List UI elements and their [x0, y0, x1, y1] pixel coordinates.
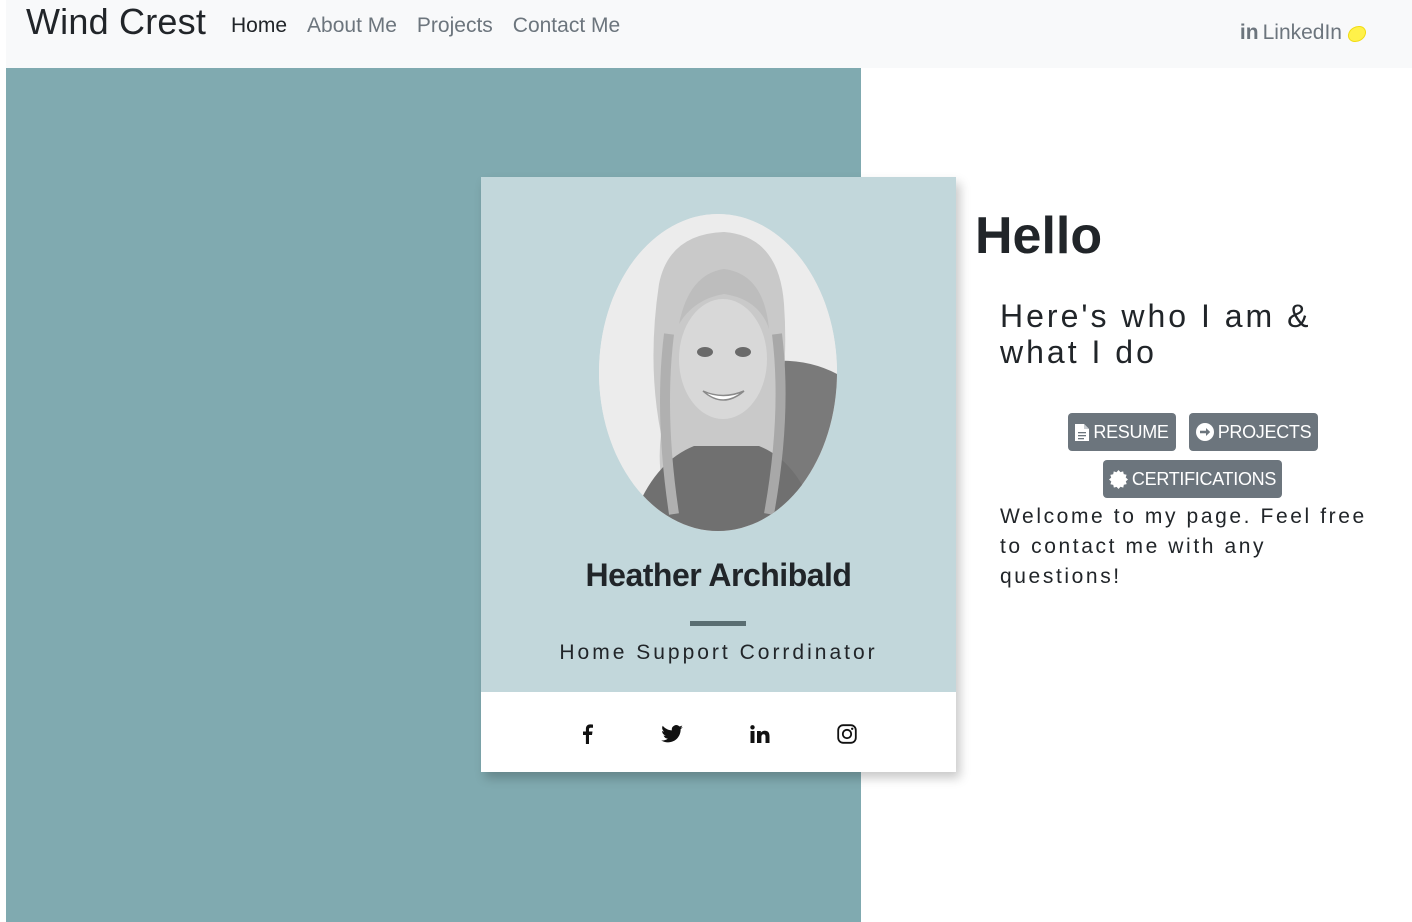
profile-photo [599, 214, 837, 531]
lemon-icon [1347, 25, 1367, 43]
arrow-circle-icon [1195, 423, 1214, 441]
profile-name: Heather Archibald [585, 557, 852, 593]
instagram-icon[interactable] [835, 722, 859, 746]
linkedin-icon[interactable] [748, 722, 772, 746]
resume-button-label: RESUME [1093, 421, 1169, 442]
certificate-icon [1108, 469, 1128, 489]
nav-links: Home About Me Projects Contact Me [231, 12, 620, 40]
file-icon [1075, 423, 1090, 441]
resume-button[interactable]: RESUME [1068, 413, 1176, 451]
linkedin-glyph-icon: in [1239, 21, 1259, 44]
nav-home-link[interactable]: Home [231, 12, 287, 40]
nav-about-link[interactable]: About Me [307, 12, 397, 40]
tagline: Here's who I am & what I do [1000, 298, 1312, 370]
welcome-text: Welcome to my page. Feel free to contact… [1000, 505, 1367, 588]
projects-button[interactable]: PROJECTS [1189, 413, 1318, 451]
profile-card-header: Heather Archibald Home Support Corrdinat… [481, 177, 956, 692]
certifications-button-label: CERTIFICATIONS [1131, 468, 1277, 489]
linkedin-nav-label: LinkedIn [1262, 21, 1342, 44]
nav-projects-link[interactable]: Projects [417, 12, 493, 40]
profile-card: Heather Archibald Home Support Corrdinat… [481, 177, 956, 772]
facebook-icon[interactable] [575, 722, 599, 746]
projects-button-label: PROJECTS [1217, 421, 1312, 442]
certifications-button[interactable]: CERTIFICATIONS [1103, 460, 1282, 498]
profile-divider [690, 621, 746, 626]
navbar: Wind Crest Home About Me Projects Contac… [6, 0, 1412, 68]
nav-contact-link[interactable]: Contact Me [513, 12, 620, 40]
profile-role: Home Support Corrdinator [559, 641, 878, 664]
linkedin-nav-link[interactable]: in LinkedIn [1240, 19, 1368, 47]
profile-photo-illustration [599, 214, 837, 531]
brand-logo[interactable]: Wind Crest [26, 0, 206, 44]
social-links [481, 692, 956, 772]
twitter-icon[interactable] [660, 722, 684, 746]
hello-heading: Hello [975, 207, 1103, 265]
